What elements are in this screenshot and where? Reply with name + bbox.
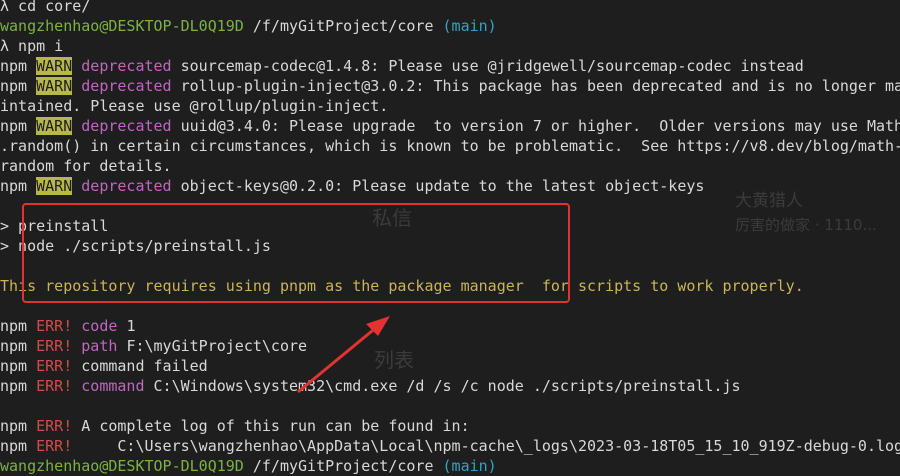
err-tag: ERR! <box>36 317 73 335</box>
line-text: λ cd core/ <box>0 0 91 15</box>
prompt-branch: (main) <box>442 457 497 475</box>
annotation-highlight-box <box>22 203 570 303</box>
terminal-line: npm WARN deprecated sourcemap-codec@1.4.… <box>0 56 900 76</box>
warn-message: uuid@3.4.0: Please upgrade to version 7 … <box>180 117 900 135</box>
prompt-path: /f/myGitProject/core <box>252 457 434 475</box>
npm-prefix: npm <box>0 437 28 455</box>
err-message: failed <box>153 357 208 375</box>
err-kind: A complete log of this run can be found … <box>81 417 470 435</box>
line-text: intained. Please use @rollup/plugin-inje… <box>0 97 389 115</box>
err-kind: command <box>81 357 145 375</box>
line-text: λ npm i <box>0 37 64 55</box>
err-tag: ERR! <box>36 417 73 435</box>
npm-prefix: npm <box>0 357 28 375</box>
deprecated-label: deprecated <box>81 117 172 135</box>
terminal-line: wangzhenhao@DESKTOP-DL0Q19D /f/myGitProj… <box>0 16 900 36</box>
err-message: 1 <box>126 317 136 335</box>
deprecated-label: deprecated <box>81 77 172 95</box>
err-tag: ERR! <box>36 357 73 375</box>
warn-message: sourcemap-codec@1.4.8: Please use @jridg… <box>180 57 804 75</box>
npm-prefix: npm <box>0 337 28 355</box>
err-tag: ERR! <box>36 377 73 395</box>
err-message: C:\Windows\system32\cmd.exe /d /s /c nod… <box>153 377 741 395</box>
npm-prefix: npm <box>0 317 28 335</box>
terminal-line: npm ERR! code 1 <box>0 316 900 336</box>
npm-prefix: npm <box>0 77 28 95</box>
deprecated-label: deprecated <box>81 57 172 75</box>
terminal-line: λ npm i <box>0 36 900 56</box>
terminal-line: wangzhenhao@DESKTOP-DL0Q19D /f/myGitProj… <box>0 456 900 476</box>
npm-prefix: npm <box>0 117 28 135</box>
terminal-line: npm ERR! A complete log of this run can … <box>0 416 900 436</box>
terminal-line: npm ERR! path F:\myGitProject\core <box>0 336 900 356</box>
err-message: F:\myGitProject\core <box>126 337 308 355</box>
npm-prefix: npm <box>0 177 28 195</box>
warn-tag: WARN <box>36 117 73 135</box>
warn-tag: WARN <box>36 177 73 195</box>
warn-tag: WARN <box>36 57 73 75</box>
warn-message: object-keys@0.2.0: Please update to the … <box>180 177 705 195</box>
terminal-line: random for details. <box>0 156 900 176</box>
prompt-path: /f/myGitProject/core <box>252 17 434 35</box>
terminal-line: npm ERR! C:\Users\wangzhenhao\AppData\Lo… <box>0 436 900 456</box>
warn-message: rollup-plugin-inject@3.0.2: This package… <box>180 77 900 95</box>
terminal-line: npm WARN deprecated rollup-plugin-inject… <box>0 76 900 96</box>
err-message: C:\Users\wangzhenhao\AppData\Local\npm-c… <box>81 437 900 455</box>
err-kind: code <box>81 317 118 335</box>
err-kind: path <box>81 337 118 355</box>
err-tag: ERR! <box>36 437 73 455</box>
npm-prefix: npm <box>0 57 28 75</box>
deprecated-label: deprecated <box>81 177 172 195</box>
npm-prefix: npm <box>0 417 28 435</box>
terminal-line: λ cd core/ <box>0 0 900 16</box>
line-text: random for details. <box>0 157 172 175</box>
line-text: .random() in certain circumstances, whic… <box>0 137 900 155</box>
terminal-line: npm ERR! command C:\Windows\system32\cmd… <box>0 376 900 396</box>
terminal-line: .random() in certain circumstances, whic… <box>0 136 900 156</box>
err-kind: command <box>81 377 145 395</box>
prompt-user-host: wangzhenhao@DESKTOP-DL0Q19D <box>0 17 244 35</box>
warn-tag: WARN <box>36 77 73 95</box>
prompt-branch: (main) <box>442 17 497 35</box>
npm-prefix: npm <box>0 377 28 395</box>
prompt-user-host: wangzhenhao@DESKTOP-DL0Q19D <box>0 457 244 475</box>
terminal-line: intained. Please use @rollup/plugin-inje… <box>0 96 900 116</box>
terminal-line: npm ERR! command failed <box>0 356 900 376</box>
terminal-line: npm WARN deprecated object-keys@0.2.0: P… <box>0 176 900 196</box>
err-tag: ERR! <box>36 337 73 355</box>
terminal-line: npm WARN deprecated uuid@3.4.0: Please u… <box>0 116 900 136</box>
